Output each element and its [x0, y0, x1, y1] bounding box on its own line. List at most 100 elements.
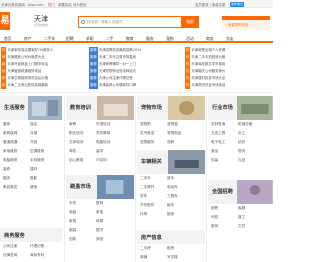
category-row[interactable]: 家政保姆 月嫂: [0, 129, 62, 138]
category-row[interactable]: 电脑 家电: [66, 208, 134, 217]
section-divider: [0, 92, 273, 93]
list-item[interactable]: 热天津婚庆公司服务报价: [185, 68, 272, 75]
category-header[interactable]: 生活服务: [0, 96, 62, 120]
category-row[interactable]: 职业培训 学历教育: [66, 129, 134, 138]
hot-list-3: 热天津房屋出租个人房源 热天津二手手机回收价格 热天津驾校报名学车费用 热天津婚…: [185, 47, 272, 89]
category-row[interactable]: 花鸟鱼虫 宠物用品: [137, 129, 205, 138]
category-title: 宠物市场: [141, 105, 162, 111]
category-row[interactable]: 二手房 租房: [137, 244, 205, 253]
nav-item[interactable]: 活动: [186, 36, 194, 42]
site-logo[interactable]: 易: [0, 12, 10, 30]
nav-item[interactable]: 房产: [24, 36, 32, 42]
category-header[interactable]: 教育培训: [66, 96, 134, 120]
nav-item[interactable]: 招聘: [66, 36, 74, 42]
category-row[interactable]: 销售 客服: [208, 204, 273, 213]
main-nav: 首页 房产 二手车 招聘 求职 二手 教育 服务 宠物 活动 商务 交友: [0, 34, 273, 43]
bookmark-link[interactable]: 收藏本站: [58, 2, 72, 7]
category-row[interactable]: 商铺 写字楼: [137, 253, 205, 262]
category-header[interactable]: 车辆相关: [137, 150, 205, 174]
category-row[interactable]: 文体培训 电脑培训: [66, 138, 134, 147]
search-input[interactable]: 找信息? 请输入关键词: [78, 16, 182, 28]
list-item[interactable]: 热天津二手手机回收价格: [185, 54, 272, 61]
publish-badge[interactable]: 发布信息: [230, 1, 244, 7]
category-row[interactable]: 家具 母婴: [66, 217, 134, 226]
list-item[interactable]: 荐天津搬家公司价格表大全: [1, 54, 85, 61]
category-row[interactable]: 服装 图书: [66, 226, 134, 235]
nav-item[interactable]: 服务: [146, 36, 154, 42]
category-row[interactable]: 食品 物流: [208, 147, 273, 156]
list-item[interactable]: 热天津物流货运专线电话: [185, 82, 272, 89]
category-header[interactable]: 商务服务: [0, 228, 62, 242]
category-row[interactable]: 电脑维修 手机维修: [0, 156, 62, 165]
publish-banner-label: 免费发布信息: [228, 23, 249, 27]
nav-item[interactable]: 商务: [206, 36, 214, 42]
category-row[interactable]: 回收 其他: [66, 235, 134, 244]
category-row[interactable]: 公司注册 代理记账: [0, 242, 62, 251]
category-header[interactable]: 宠物市场: [137, 96, 205, 120]
switch-city-link[interactable]: [切换城市]: [34, 23, 48, 27]
nav-item[interactable]: 教育: [126, 36, 134, 42]
list-item[interactable]: 推荐 天津家教辅导一对一上门: [89, 61, 181, 68]
category-row[interactable]: 电子电工 纺织: [208, 138, 273, 147]
category-row[interactable]: 司机 普工: [208, 213, 273, 222]
top-bar: 天津分类信息网 - hiqo.com 热门 收藏本站 设为首页 会员登录 | 免…: [0, 0, 273, 8]
login-register-links[interactable]: 会员登录 | 免费注册: [195, 2, 225, 7]
category-title: 全国招聘: [212, 189, 233, 195]
category-row[interactable]: 家电维修 空调维修: [0, 147, 62, 156]
category-header[interactable]: 全国招聘: [208, 180, 273, 204]
nav-item[interactable]: 求职: [86, 36, 94, 42]
list-item[interactable]: 热天津家政保洁哪家好?价格多少: [1, 47, 85, 54]
category-row[interactable]: 装修 建材: [0, 165, 62, 174]
list-item[interactable]: 热天津建材批发市场大全: [185, 75, 272, 82]
category-row[interactable]: 二手摩托 电动车: [137, 183, 205, 192]
category-block-vehicles: 车辆相关 二手车 新车 二手摩托 电动车 货车 工程车 汽车配件 租车 代驾 陪练: [137, 150, 205, 219]
category-header[interactable]: 房产信息: [137, 230, 205, 244]
category-header[interactable]: 跳蚤市场: [66, 175, 134, 199]
category-row[interactable]: 宠物服务 领养: [137, 138, 205, 147]
search-button[interactable]: 搜索: [181, 16, 199, 28]
category-row[interactable]: 宠物狗 宠物猫: [137, 120, 205, 129]
category-row[interactable]: 幼儿教育 IT培训: [66, 156, 134, 165]
list-item[interactable]: 荐天津空调维修清洗加氟价格: [1, 75, 85, 82]
category-row[interactable]: 驾校 留学: [66, 147, 134, 156]
list-item[interactable]: 推荐 天津二手车交易市场直卖: [89, 54, 181, 61]
category-row[interactable]: 家教 外语培训: [66, 120, 134, 129]
nav-item[interactable]: 二手车: [44, 36, 55, 42]
category-image: [167, 150, 205, 174]
category-row[interactable]: 二手车 新车: [137, 174, 205, 183]
publish-banner[interactable]: 免费发布信息: [222, 16, 270, 30]
list-item[interactable]: 热天津管道疏通维修电话: [1, 68, 85, 75]
site-tagline: 天津分类信息网 - hiqo.com: [1, 3, 44, 7]
homepage-link[interactable]: 设为首页: [73, 2, 87, 7]
category-title: 房产信息: [141, 235, 162, 241]
nav-item[interactable]: 宠物: [166, 36, 174, 42]
category-row[interactable]: 婚庆 摄影: [0, 174, 62, 183]
category-row[interactable]: 厨师 文员: [208, 222, 273, 231]
list-item[interactable]: 热天津驾校报名学车费用: [185, 61, 272, 68]
category-header[interactable]: 行业市场: [208, 96, 273, 120]
nav-item[interactable]: 首页: [4, 36, 12, 42]
list-item[interactable]: 推荐 天津公司注册代理记账: [89, 75, 181, 82]
category-row[interactable]: 管道疏通 开锁: [0, 138, 62, 147]
list-item[interactable]: 新天津开锁换锁上门服务电话: [1, 61, 85, 68]
list-item[interactable]: 推荐 天津装修公司哪家好口碑: [89, 82, 181, 89]
hot-label: 热门: [48, 3, 55, 7]
category-row[interactable]: 代驾 陪练: [137, 210, 205, 219]
category-title: 教育培训: [70, 105, 91, 111]
nav-item[interactable]: 交友: [226, 36, 234, 42]
category-row[interactable]: 搬家 保洁: [0, 120, 62, 129]
list-item[interactable]: 热天津房屋出租个人房源: [185, 47, 272, 54]
category-row[interactable]: 农林牧渔 机械设备: [208, 120, 273, 129]
list-item[interactable]: 新天津二手房出售信息网最新: [1, 82, 85, 89]
category-row[interactable]: 货车 工程车: [137, 192, 205, 201]
category-row[interactable]: 汽车配件 租车: [137, 201, 205, 210]
nav-item[interactable]: 二手: [106, 36, 114, 42]
category-row[interactable]: 手机 数码: [66, 199, 134, 208]
category-row[interactable]: 包装 礼品: [208, 156, 273, 165]
category-row[interactable]: 五金工具 化工: [208, 129, 273, 138]
list-item[interactable]: 推荐 天津宠物狗出售纯种幼犬: [89, 68, 181, 75]
category-row[interactable]: 美容美发 健身: [0, 183, 62, 192]
category-block-property: 房产信息 二手房 租房 商铺 写字楼: [137, 230, 205, 262]
category-row[interactable]: 法律咨询 商标专利: [0, 251, 62, 260]
list-item[interactable]: 推荐 天津招聘信息最新招聘2024: [89, 47, 181, 54]
